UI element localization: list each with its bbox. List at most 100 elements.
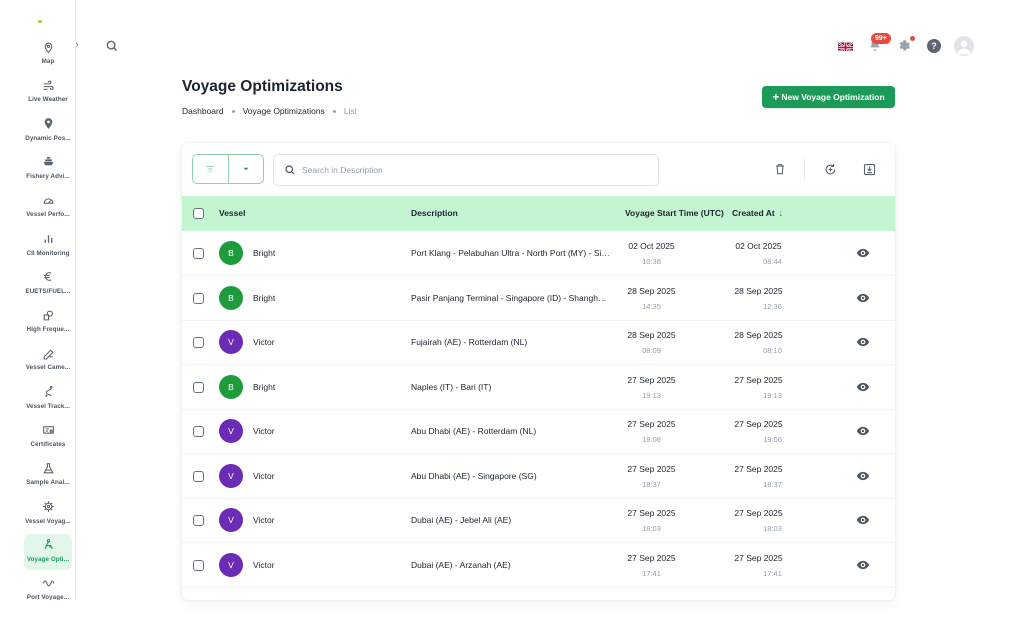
sidebar-item-label: Certificates — [30, 441, 66, 448]
row-checkbox[interactable] — [193, 515, 204, 526]
ship-icon — [41, 155, 55, 169]
route-optimize-icon — [41, 538, 55, 552]
voyage-description: Dubai (AE) - Jebel Ali (AE) — [411, 515, 512, 525]
breadcrumb-dashboard[interactable]: Dashboard — [182, 106, 224, 116]
column-header-created-at[interactable]: Created At ↓ — [732, 208, 783, 218]
sidebar-item[interactable]: Voyage Opti... — [24, 533, 72, 570]
created-date: 27 Sep 2025 — [734, 463, 783, 474]
search-icon[interactable] — [105, 39, 119, 53]
sidebar-item[interactable]: Sample Anal... — [24, 457, 72, 493]
start-time: 19:13 — [642, 390, 661, 400]
column-header-description[interactable]: Description — [411, 208, 458, 218]
table-row[interactable]: V Victor Dubai (AE) - Jebel Ali (AE) 27 Sep… — [182, 498, 895, 543]
refresh-add-icon[interactable] — [822, 161, 838, 177]
breadcrumb-separator — [231, 109, 235, 113]
vessel-name: Victor — [253, 515, 275, 525]
table-row[interactable]: V Victor Abu Dhabi (AE) - Singapore (SG) 27… — [182, 454, 895, 499]
table-row[interactable]: B Bright Pasir Panjang Terminal - Singapor… — [182, 276, 895, 321]
table-row[interactable]: B Bright Naples (IT) - Bari (IT) 27 Sep 202… — [182, 365, 895, 410]
eye-icon[interactable] — [856, 335, 870, 349]
download-icon[interactable] — [861, 161, 877, 177]
filter-button[interactable] — [193, 155, 228, 183]
column-header-start-time[interactable]: Voyage Start Time (UTC) — [625, 208, 724, 218]
row-checkbox[interactable] — [193, 470, 204, 482]
trash-icon[interactable] — [772, 161, 788, 177]
start-time: 14:35 — [642, 301, 661, 311]
sidebar-item-label: Vessel Voyag... — [25, 517, 71, 525]
vessel-avatar: B — [219, 374, 243, 399]
column-header-vessel[interactable]: Vessel — [219, 208, 245, 218]
row-checkbox[interactable] — [193, 292, 204, 304]
sidebar-item[interactable]: Vessel Perfo... — [24, 189, 72, 225]
sidebar-item[interactable]: CII Monitoring — [24, 228, 72, 264]
eye-icon[interactable] — [856, 424, 870, 438]
gear-icon[interactable] — [897, 38, 911, 52]
eye-icon[interactable] — [856, 246, 870, 260]
row-checkbox[interactable] — [193, 426, 204, 437]
created-date: 27 Sep 2025 — [734, 508, 783, 518]
row-checkbox[interactable] — [193, 248, 204, 259]
eye-icon[interactable] — [856, 513, 870, 527]
voyage-description: Naples (IT) - Bari (IT) — [411, 381, 492, 392]
start-time: 19:06 — [642, 435, 661, 444]
eye-icon[interactable] — [856, 380, 870, 394]
sidebar-item[interactable]: Map — [24, 36, 72, 72]
row-checkbox[interactable] — [193, 337, 204, 348]
voyage-description: Pasir Panjang Terminal - Singapore (ID) … — [411, 292, 611, 303]
chevron-right-icon[interactable]: › — [71, 38, 83, 50]
voyage-table-card: Vessel Description Voyage Start Time (UT… — [182, 143, 895, 600]
flask-icon — [41, 461, 55, 475]
help-icon[interactable]: ? — [927, 39, 941, 53]
table-row[interactable]: V Victor Abu Dhabi (AE) - Rotterdam (NL) 27… — [182, 409, 895, 454]
logo-mark — [38, 20, 42, 23]
filter-button-group — [192, 154, 264, 184]
sidebar-item[interactable]: Vessel Track... — [24, 381, 72, 417]
table-row[interactable]: V Victor Fujairah (AE) - Rotterdam (NL) 28 … — [182, 320, 895, 365]
sidebar-item[interactable]: Certificates — [24, 419, 72, 455]
start-time: 18:37 — [642, 479, 661, 489]
table-row[interactable]: V Victor Dubai (AE) - Arzanah (AE) 27 Sep 2… — [182, 543, 895, 588]
filter-dropdown-button[interactable] — [227, 155, 263, 183]
vessel-name: Bright — [253, 381, 276, 392]
sidebar-item[interactable]: Live Weather — [24, 74, 72, 110]
row-checkbox[interactable] — [193, 559, 204, 571]
sidebar-item-label: Voyage Opti... — [26, 555, 70, 563]
sidebar-item[interactable]: Dynamic Pos... — [24, 113, 72, 149]
vessel-name: Bright — [253, 248, 276, 258]
start-date: 27 Sep 2025 — [627, 552, 676, 563]
sidebar-item-label: High Freque... — [26, 326, 70, 334]
created-time: 08:44 — [763, 257, 782, 266]
voyage-description: Fujairah (AE) - Rotterdam (NL) — [411, 337, 528, 347]
eye-icon[interactable] — [856, 291, 870, 305]
sidebar-item[interactable]: Fishery Advi... — [24, 151, 72, 187]
created-time: 19:13 — [763, 390, 782, 400]
sidebar-item-label: Map — [41, 58, 55, 65]
eye-icon[interactable] — [856, 558, 870, 572]
uk-flag-icon[interactable] — [838, 40, 853, 51]
breadcrumb-voyage-optimizations[interactable]: Voyage Optimizations — [243, 106, 325, 116]
eye-icon[interactable] — [856, 469, 870, 483]
sidebar: Map Live Weather Dynamic Pos... Fishery Adv… — [0, 0, 76, 600]
sidebar-item-label: Live Weather — [28, 96, 68, 104]
sidebar-item[interactable]: Port Voyage... — [24, 572, 72, 600]
start-date: 27 Sep 2025 — [627, 508, 676, 518]
user-avatar[interactable] — [954, 36, 974, 56]
voyage-description: Port Klang - Pelabuhan Ultra - North Por… — [411, 248, 611, 258]
created-time: 18:03 — [763, 524, 782, 533]
select-all-checkbox[interactable] — [193, 208, 204, 219]
sidebar-item[interactable]: EUETS/FUEL... — [24, 266, 72, 302]
sidebar-item-label: Dynamic Pos... — [25, 134, 71, 142]
vessel-avatar: V — [219, 552, 243, 577]
sidebar-item[interactable]: High Freque... — [24, 304, 72, 340]
start-date: 28 Sep 2025 — [627, 330, 676, 340]
search-input[interactable] — [302, 165, 642, 175]
new-voyage-optimization-button[interactable]: + New Voyage Optimization — [762, 86, 895, 108]
sidebar-item[interactable]: Vessel Came... — [24, 342, 72, 378]
row-checkbox[interactable] — [193, 381, 204, 393]
sidebar-item[interactable]: Vessel Voyag... — [24, 496, 72, 532]
table-row[interactable]: B Bright Port Klang - Pelabuhan Ultra - No… — [182, 231, 895, 276]
sort-down-icon: ↓ — [778, 208, 784, 218]
sidebar-item-label: Vessel Track... — [26, 402, 70, 410]
created-time: 19:06 — [763, 435, 782, 444]
created-time: 18:37 — [763, 479, 782, 489]
